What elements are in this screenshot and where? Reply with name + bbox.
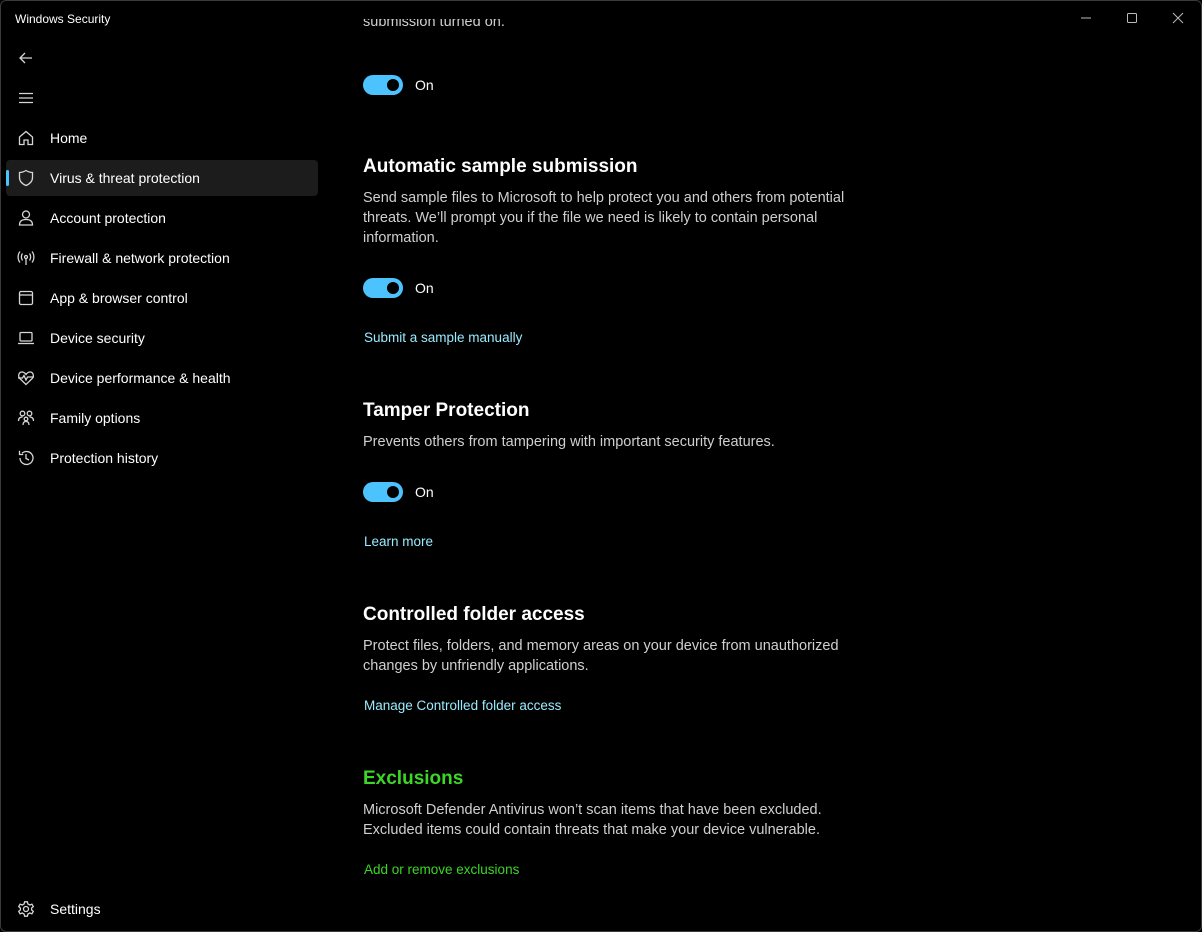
toggle-knob — [387, 79, 399, 91]
sidebar-item-label: Home — [50, 130, 88, 146]
family-icon — [17, 409, 35, 427]
back-button[interactable] — [6, 40, 46, 76]
sample-submission-description: Send sample files to Microsoft to help p… — [363, 190, 845, 246]
heart-pulse-icon — [17, 369, 35, 387]
sidebar-item-label: Firewall & network protection — [50, 250, 230, 266]
shield-icon — [17, 169, 35, 187]
sample-submission-toggle[interactable] — [363, 278, 403, 298]
clipped-description: submission turned on. — [363, 19, 505, 30]
sidebar-item-label: Device performance & health — [50, 370, 231, 386]
sidebar-item-app-browser-control[interactable]: App & browser control — [6, 280, 318, 316]
sidebar-item-virus-threat-protection[interactable]: Virus & threat protection — [6, 160, 318, 196]
tamper-protection-toggle[interactable] — [363, 482, 403, 502]
back-arrow-icon — [19, 52, 32, 64]
gear-icon — [17, 900, 35, 918]
sidebar-item-label: Family options — [50, 410, 141, 426]
settings-label: Settings — [50, 901, 101, 917]
sample-submission-title: Automatic sample submission — [363, 156, 638, 177]
sidebar-item-protection-history[interactable]: Protection history — [6, 440, 318, 476]
hamburger-menu-icon — [19, 92, 33, 104]
submit-sample-link[interactable]: Submit a sample manually — [364, 330, 522, 345]
toggle-state-label: On — [415, 77, 434, 93]
sidebar-item-home[interactable]: Home — [6, 120, 318, 156]
wifi-antenna-icon — [17, 249, 35, 267]
person-icon — [17, 209, 35, 227]
toggle-state-label: On — [415, 280, 434, 296]
sidebar-item-label: Account protection — [50, 210, 166, 226]
history-icon — [17, 449, 35, 467]
app-window-icon — [17, 289, 35, 307]
close-icon — [1172, 12, 1184, 24]
sidebar-item-label: App & browser control — [50, 290, 188, 306]
sidebar-nav: Home Virus & threat protection Account p… — [6, 120, 318, 480]
sidebar-item-account-protection[interactable]: Account protection — [6, 200, 318, 236]
controlled-folder-access-title: Controlled folder access — [363, 604, 585, 625]
app-window: Windows Security Home Virus & threat pro… — [0, 0, 1202, 932]
sidebar-item-label: Protection history — [50, 450, 159, 466]
manage-controlled-folder-access-link[interactable]: Manage Controlled folder access — [364, 698, 561, 713]
sidebar-item-device-performance-health[interactable]: Device performance & health — [6, 360, 318, 396]
menu-button[interactable] — [6, 80, 46, 116]
sidebar-item-label: Device security — [50, 330, 145, 346]
cloud-protection-toggle[interactable] — [363, 75, 403, 95]
toggle-state-label: On — [415, 484, 434, 500]
add-remove-exclusions-link[interactable]: Add or remove exclusions — [364, 862, 519, 877]
toggle-knob — [387, 282, 399, 294]
tamper-protection-title: Tamper Protection — [363, 400, 530, 421]
sidebar-item-label: Virus & threat protection — [50, 170, 200, 186]
home-icon — [17, 129, 35, 147]
sidebar-item-settings[interactable]: Settings — [6, 891, 318, 927]
sidebar-item-firewall-network[interactable]: Firewall & network protection — [6, 240, 318, 276]
tamper-protection-toggle-row: On — [363, 482, 434, 502]
laptop-icon — [17, 329, 35, 347]
app-title: Windows Security — [15, 12, 111, 26]
sample-submission-toggle-row: On — [363, 278, 434, 298]
tamper-protection-description: Prevents others from tampering with impo… — [363, 434, 775, 450]
toggle-knob — [387, 486, 399, 498]
learn-more-link[interactable]: Learn more — [364, 534, 433, 549]
controlled-folder-access-description: Protect files, folders, and memory areas… — [363, 638, 839, 674]
exclusions-title: Exclusions — [363, 768, 464, 789]
sidebar-item-family-options[interactable]: Family options — [6, 400, 318, 436]
main-content: submission turned on. On Automatic sampl… — [363, 1, 1163, 931]
exclusions-description: Microsoft Defender Antivirus won’t scan … — [363, 802, 822, 838]
sidebar-item-device-security[interactable]: Device security — [6, 320, 318, 356]
cloud-protection-toggle-row: On — [363, 75, 434, 95]
